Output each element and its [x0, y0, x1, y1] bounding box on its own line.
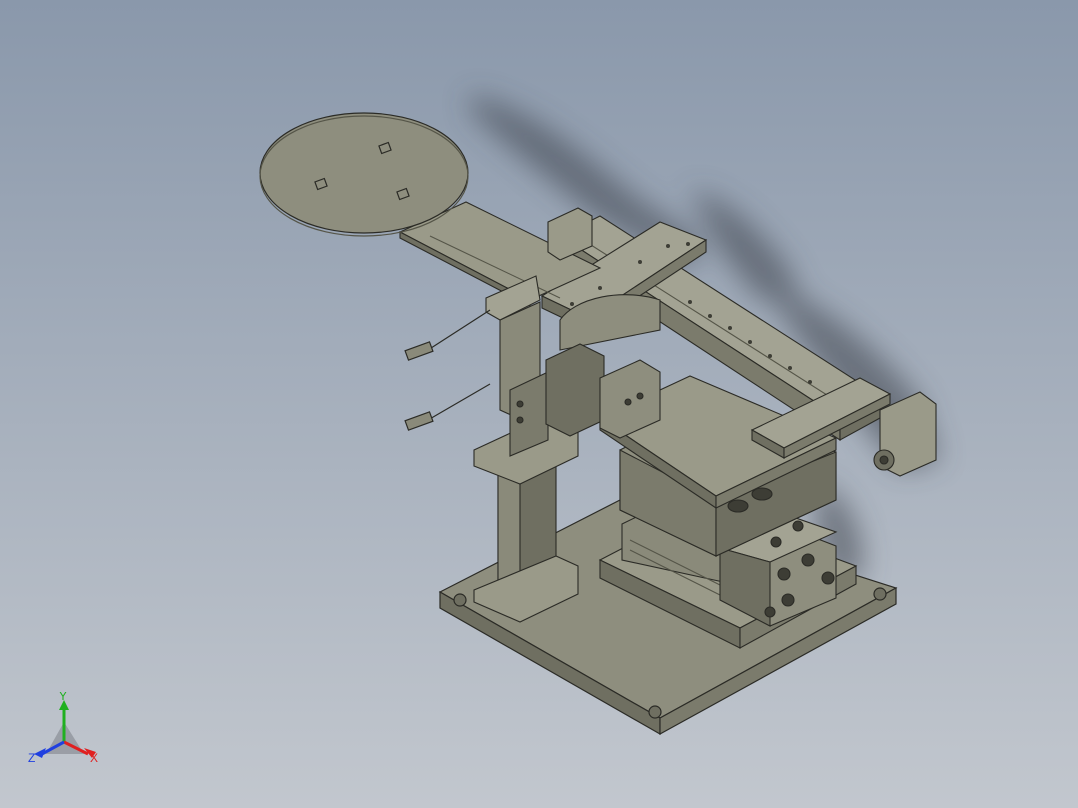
z-axis-label: Z	[28, 751, 35, 765]
sensor-cables	[404, 309, 491, 431]
y-axis-label: Y	[59, 692, 67, 703]
motor-unit[interactable]	[545, 343, 661, 439]
x-axis-label: X	[90, 751, 98, 765]
machine-assembly-model[interactable]	[0, 0, 1078, 808]
cad-viewport[interactable]: Y X Z	[0, 0, 1078, 808]
orientation-triad[interactable]: Y X Z	[22, 692, 106, 772]
